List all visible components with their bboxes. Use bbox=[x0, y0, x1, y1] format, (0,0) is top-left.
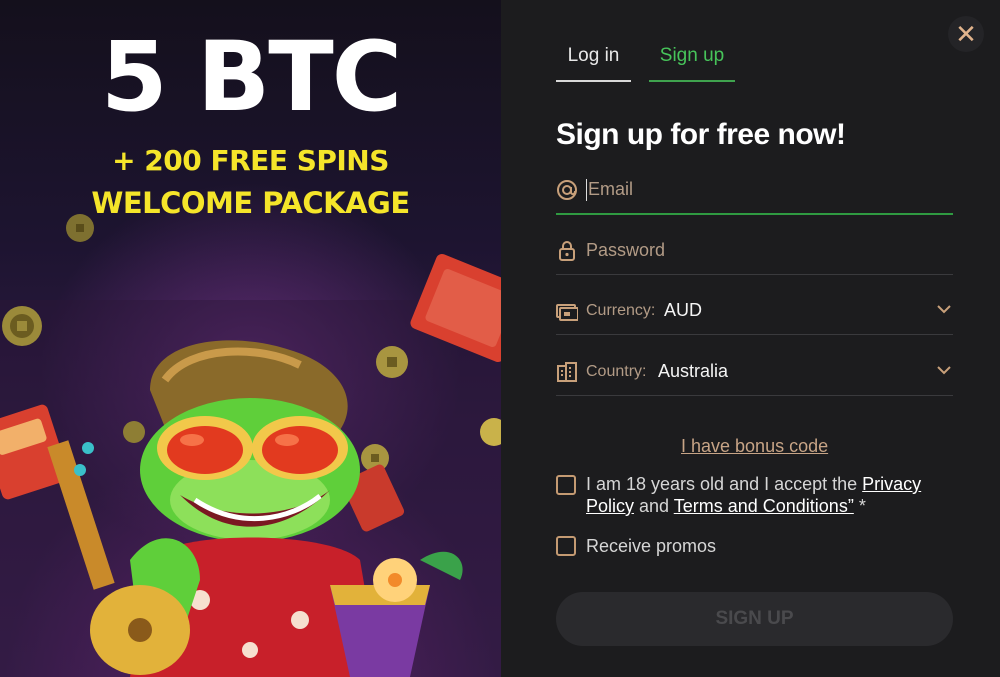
country-value: Australia bbox=[658, 361, 729, 381]
promo-free-spins: + 200 FREE SPINS bbox=[112, 144, 389, 177]
chevron-down-icon bbox=[937, 302, 951, 316]
coin-icon bbox=[2, 306, 42, 346]
signup-modal: 5 BTC + 200 FREE SPINS WELCOME PACKAGE ✕… bbox=[0, 0, 1000, 677]
coin-icon bbox=[376, 346, 408, 378]
currency-value: AUD bbox=[664, 300, 703, 320]
tab-signup[interactable]: Sign up bbox=[649, 40, 735, 82]
country-label: Country: bbox=[586, 363, 647, 380]
consent-prefix: I am 18 years old and I accept the bbox=[586, 474, 863, 494]
currency-select[interactable]: Currency: AUD bbox=[556, 294, 953, 335]
at-sign-icon bbox=[556, 179, 578, 201]
close-x-icon[interactable]: ✕ bbox=[955, 19, 977, 49]
required-asterisk: * bbox=[853, 496, 866, 516]
currency-notes-icon bbox=[556, 300, 579, 322]
signup-submit-button[interactable]: SIGN UP bbox=[556, 592, 953, 646]
bonus-code-link[interactable]: I have bonus code bbox=[681, 436, 828, 457]
email-field[interactable]: Email bbox=[556, 173, 953, 215]
building-icon bbox=[556, 361, 578, 383]
password-placeholder: Password bbox=[586, 240, 666, 260]
email-placeholder: Email bbox=[588, 179, 634, 199]
page-title: Sign up for free now! bbox=[556, 118, 846, 151]
promo-welcome-package: WELCOME PACKAGE bbox=[91, 186, 410, 220]
promo-banner: 5 BTC + 200 FREE SPINS WELCOME PACKAGE bbox=[0, 0, 501, 677]
lock-icon bbox=[556, 240, 578, 262]
terms-consent-text: I am 18 years old and I accept the Priva… bbox=[586, 473, 926, 517]
consent-and: and bbox=[634, 496, 674, 516]
tab-login[interactable]: Log in bbox=[556, 40, 631, 82]
chevron-down-icon bbox=[937, 363, 951, 377]
promo-headline: 5 BTC bbox=[100, 21, 402, 133]
promos-label: Receive promos bbox=[586, 536, 717, 556]
currency-label: Currency: bbox=[586, 302, 656, 319]
coin-icon bbox=[123, 421, 145, 443]
text-caret bbox=[586, 179, 587, 201]
terms-link[interactable]: Terms and Conditions” bbox=[674, 496, 854, 516]
terms-checkbox[interactable] bbox=[556, 475, 576, 495]
password-field[interactable]: Password bbox=[556, 234, 953, 275]
promos-checkbox[interactable] bbox=[556, 536, 576, 556]
close-button[interactable]: ✕ bbox=[948, 16, 984, 52]
signup-form-panel bbox=[501, 0, 1000, 677]
country-select[interactable]: Country: Australia bbox=[556, 355, 953, 396]
